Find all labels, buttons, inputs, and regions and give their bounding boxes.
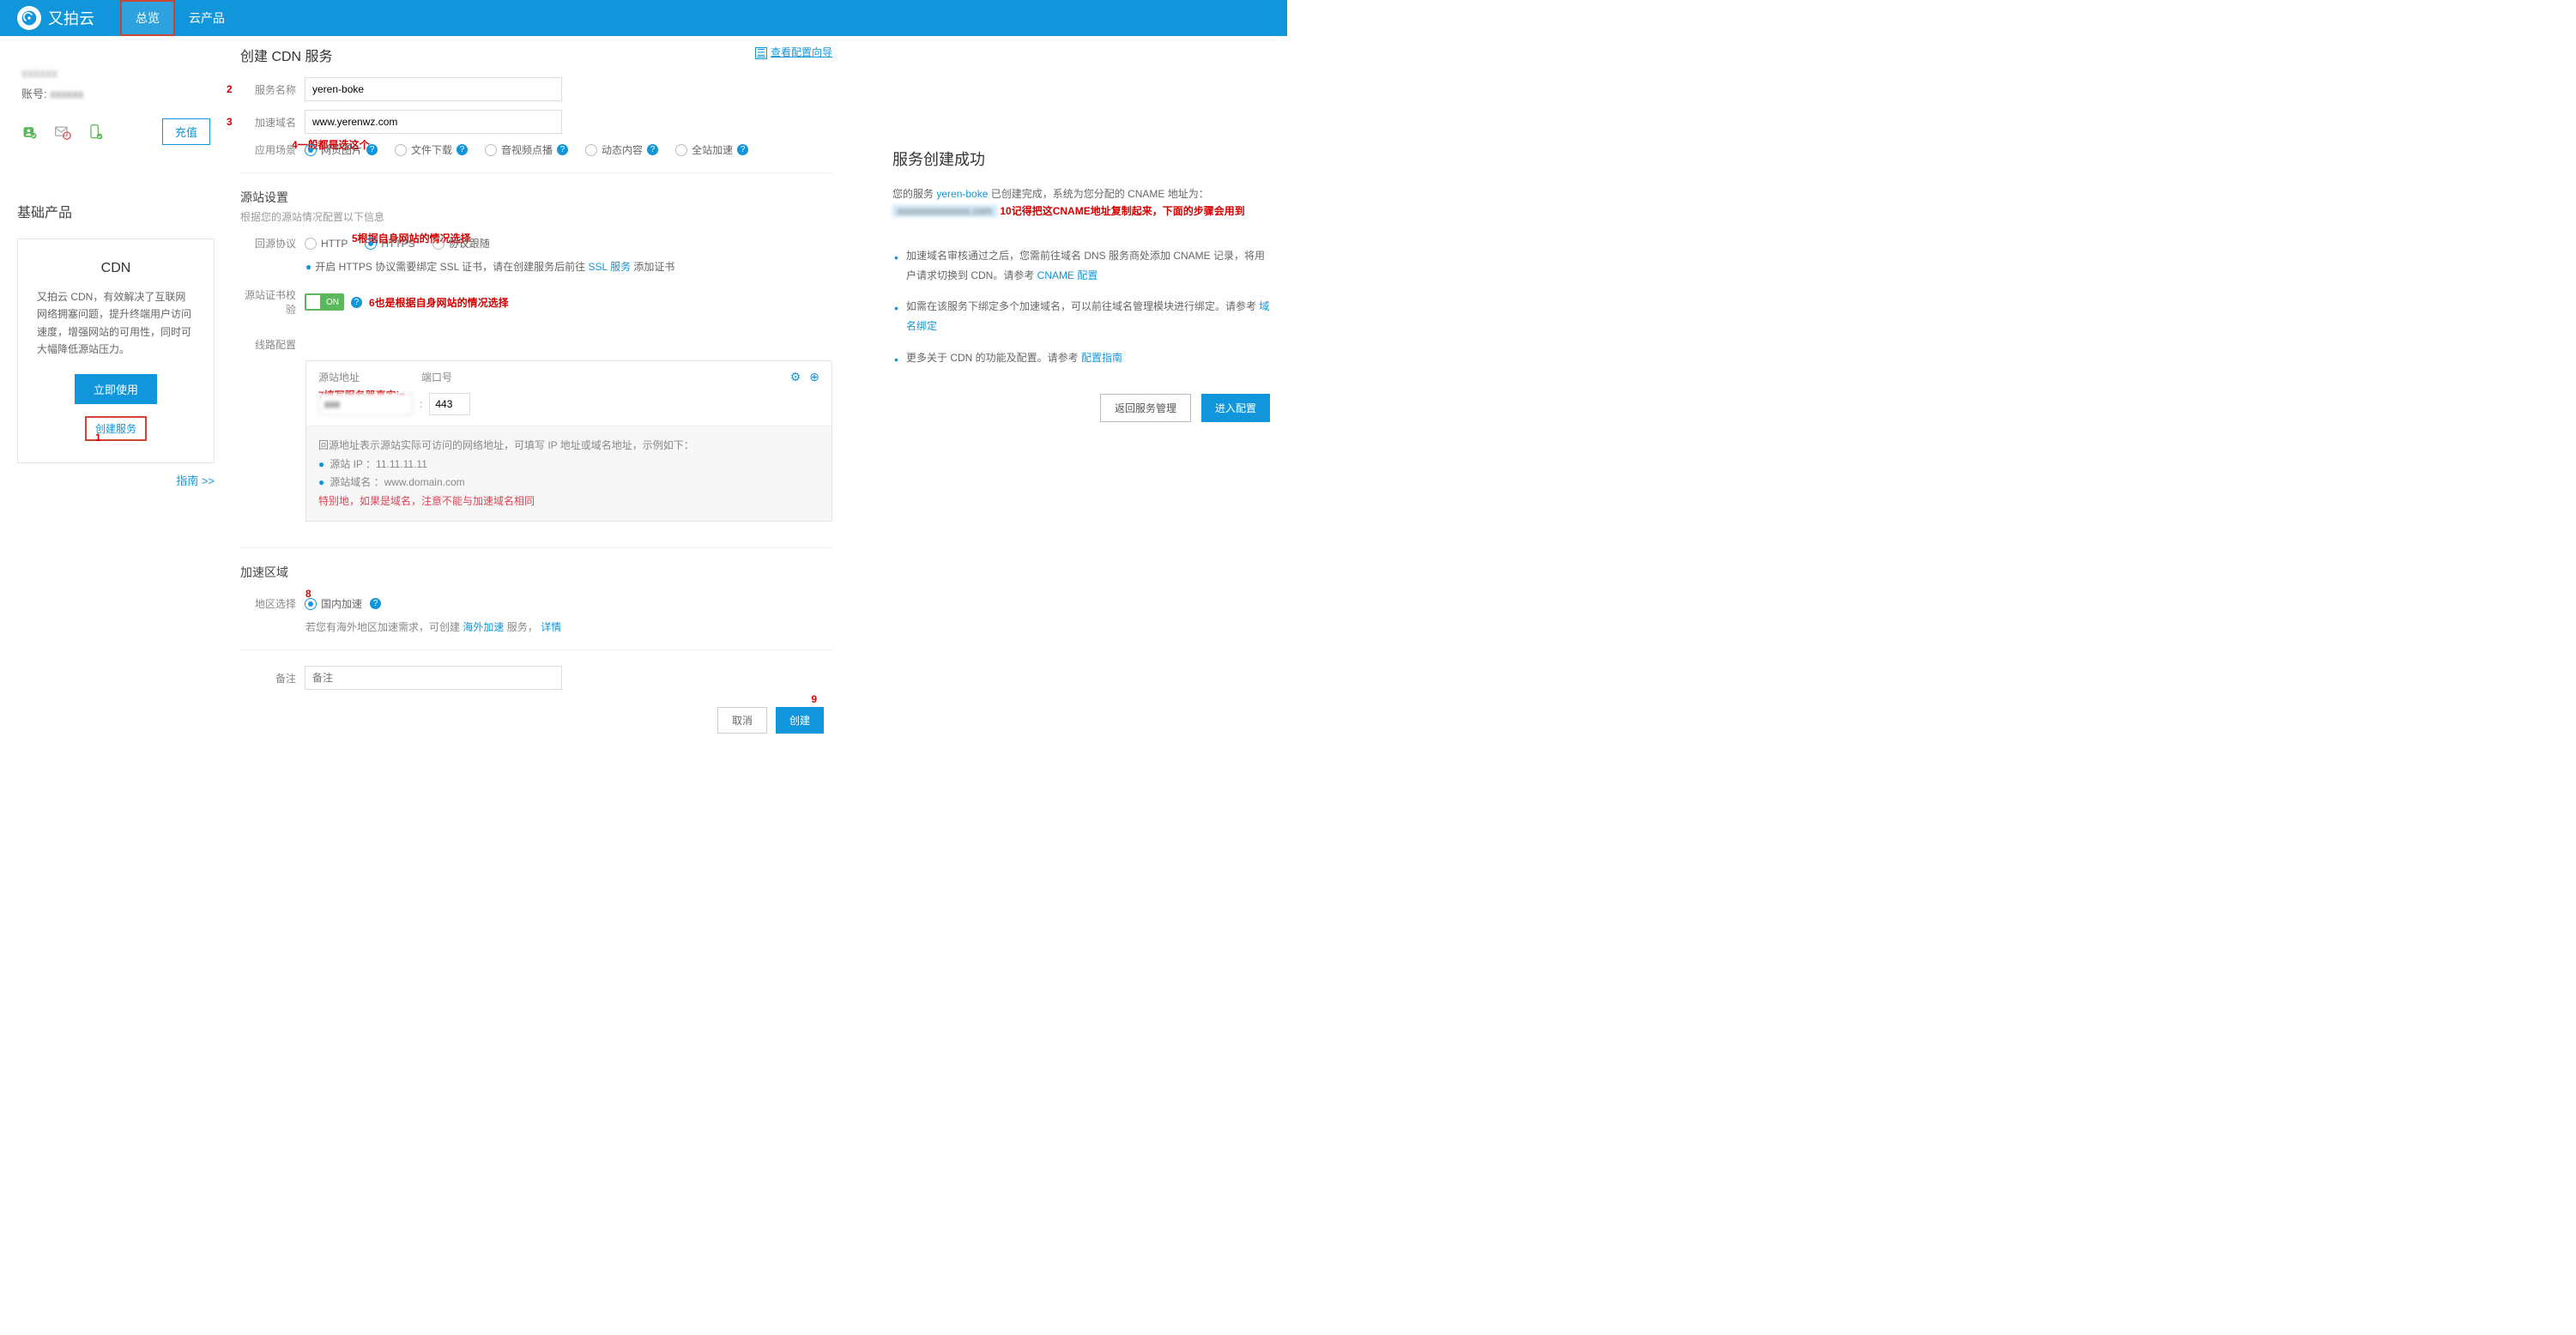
- help-icon[interactable]: ?: [647, 144, 658, 155]
- line-col-port: 端口号: [421, 370, 473, 384]
- remark-input[interactable]: [305, 666, 562, 690]
- mail-alert-icon[interactable]: !: [54, 124, 71, 141]
- annotation-6: 6也是根据自身网站的情况选择: [369, 295, 509, 310]
- plus-icon[interactable]: ⊕: [809, 370, 819, 384]
- region-section-title: 加速区域: [240, 564, 832, 581]
- help-icon[interactable]: ?: [351, 297, 362, 308]
- region-label: 地区选择: [240, 596, 296, 611]
- annotation-9: 9: [811, 693, 817, 705]
- tip-item: 更多关于 CDN 的功能及配置。请参考 配置指南: [906, 348, 1270, 368]
- annotation-10: 10记得把这CNAME地址复制起来，下面的步骤会用到: [1000, 205, 1244, 217]
- line-help-warning: 特别地，如果是域名，注意不能与加速域名相同: [318, 492, 819, 511]
- wizard-link[interactable]: 查看配置向导: [755, 45, 832, 59]
- cname-config-link[interactable]: CNAME 配置: [1037, 269, 1098, 281]
- ssl-service-link[interactable]: SSL 服务: [589, 261, 632, 273]
- recharge-button[interactable]: 充值: [162, 118, 210, 145]
- account-id-value: xxxxxx: [50, 88, 83, 100]
- cdn-card-title: CDN: [33, 261, 198, 276]
- svg-text:!: !: [66, 133, 68, 139]
- account-id-row: 账号: xxxxxx: [21, 85, 210, 101]
- brand-text: 又拍云: [48, 7, 94, 29]
- protocol-label: 回源协议: [240, 236, 296, 251]
- line-help-box: 回源地址表示源站实际可访问的网络地址，可填写 IP 地址或域名地址，示例如下： …: [306, 426, 831, 521]
- origin-ip-input[interactable]: [318, 393, 413, 415]
- account-label: 账号:: [21, 88, 47, 100]
- cert-check-label: 源站证书校验: [240, 287, 296, 317]
- scenario-download[interactable]: 文件下载?: [395, 142, 468, 157]
- region-note: 若您有海外地区加速需求，可创建 海外加速 服务， 详情: [305, 619, 832, 634]
- cdn-card-desc: 又拍云 CDN，有效解决了互联网网络拥塞问题，提升终端用户访问速度，增强网站的可…: [33, 288, 198, 359]
- success-panel: 服务创建成功 您的服务 yeren-boke 已创建完成，系统为您分配的 CNA…: [858, 36, 1287, 751]
- service-name-link[interactable]: yeren-boke: [936, 188, 988, 200]
- separator-colon: :: [420, 398, 422, 410]
- config-guide-link[interactable]: 配置指南: [1081, 352, 1122, 364]
- main-form: 创建 CDN 服务 查看配置向导 2 服务名称 3 加速域名 4一般都是选这个 …: [232, 36, 858, 751]
- protocol-follow[interactable]: 协议跟随: [432, 236, 490, 251]
- annotation-2: 2: [227, 83, 233, 95]
- line-col-addr: 源站地址: [318, 370, 421, 384]
- annotation-3: 3: [227, 116, 233, 128]
- success-title: 服务创建成功: [892, 148, 1270, 170]
- use-now-button[interactable]: 立即使用: [75, 374, 157, 404]
- origin-section-title: 源站设置: [240, 189, 832, 206]
- scenario-video[interactable]: 音视频点播?: [485, 142, 568, 157]
- help-icon[interactable]: ?: [370, 598, 381, 609]
- protocol-https[interactable]: HTTPS: [365, 238, 414, 250]
- tip-item: 如需在该服务下绑定多个加速域名，可以前往域名管理模块进行绑定。请参考 域名绑定: [906, 297, 1270, 336]
- help-icon[interactable]: ?: [557, 144, 568, 155]
- origin-port-input[interactable]: [429, 393, 470, 415]
- success-msg: 您的服务 yeren-boke 已创建完成，系统为您分配的 CNAME 地址为：…: [892, 185, 1270, 220]
- cancel-button[interactable]: 取消: [717, 707, 767, 734]
- enter-config-button[interactable]: 进入配置: [1201, 394, 1270, 422]
- account-box: xxxxxx 账号: xxxxxx ! 充值: [17, 53, 215, 158]
- sidebar: xxxxxx 账号: xxxxxx ! 充值 基础产品 CDN 又拍云 CDN，…: [0, 36, 232, 751]
- cdn-card: CDN 又拍云 CDN，有效解决了互联网网络拥塞问题，提升终端用户访问速度，增强…: [17, 239, 215, 463]
- user-verify-icon[interactable]: [21, 124, 39, 141]
- line-config-box: 源站地址 端口号 ⚙ ⊕ 7填写服务器真实ip : 回源地址表示源站实际可访问的…: [305, 360, 832, 522]
- scenario-web[interactable]: 网页图片?: [305, 142, 378, 157]
- scenario-dynamic[interactable]: 动态内容?: [585, 142, 658, 157]
- domain-label: 加速域名: [240, 115, 296, 130]
- back-to-manage-button[interactable]: 返回服务管理: [1100, 394, 1191, 422]
- logo-icon: [17, 6, 41, 30]
- page-title: 创建 CDN 服务: [240, 45, 832, 65]
- protocol-http[interactable]: HTTP: [305, 238, 348, 250]
- service-name-input[interactable]: [305, 77, 562, 101]
- nav-overview[interactable]: 总览: [120, 0, 175, 36]
- annotation-1: 1: [95, 432, 101, 444]
- create-button[interactable]: 创建: [776, 707, 824, 734]
- region-domestic[interactable]: 国内加速?: [305, 596, 381, 611]
- service-name-label: 服务名称: [240, 82, 296, 97]
- account-name: xxxxxx: [21, 66, 210, 80]
- help-icon[interactable]: ?: [737, 144, 748, 155]
- scenario-whole[interactable]: 全站加速?: [675, 142, 748, 157]
- line-label: 线路配置: [240, 337, 296, 352]
- cert-check-toggle[interactable]: ON: [305, 293, 344, 311]
- scenario-label: 应用场景: [240, 142, 296, 157]
- help-icon[interactable]: ?: [366, 144, 378, 155]
- cname-value: xxxxxxxxxxxxxx.com: [892, 205, 997, 217]
- domain-input[interactable]: [305, 110, 562, 134]
- gear-icon[interactable]: ⚙: [790, 370, 801, 384]
- origin-hint: 根据您的源站情况配置以下信息: [240, 209, 832, 224]
- tip-item: 加速域名审核通过之后，您需前往域名 DNS 服务商处添加 CNAME 记录，将用…: [906, 246, 1270, 286]
- phone-verify-icon[interactable]: [87, 124, 104, 141]
- detail-link[interactable]: 详情: [541, 621, 561, 633]
- overseas-link[interactable]: 海外加速: [463, 621, 504, 633]
- account-icon-row: ! 充值: [21, 118, 210, 145]
- guide-link[interactable]: 指南 >>: [176, 474, 215, 487]
- help-icon[interactable]: ?: [457, 144, 468, 155]
- create-service-link[interactable]: 创建服务: [85, 416, 147, 441]
- nav-cloud-products[interactable]: 云产品: [175, 0, 239, 36]
- brand-logo: 又拍云: [17, 6, 94, 30]
- base-products-title: 基础产品: [17, 201, 215, 221]
- remark-label: 备注: [240, 671, 296, 686]
- top-nav: 总览 云产品: [120, 0, 239, 36]
- https-note: ●开启 HTTPS 协议需要绑定 SSL 证书，请在创建服务后前往 SSL 服务…: [305, 259, 832, 274]
- top-bar: 又拍云 总览 云产品: [0, 0, 1287, 36]
- success-tips-list: 加速域名审核通过之后，您需前往域名 DNS 服务商处添加 CNAME 记录，将用…: [892, 246, 1270, 368]
